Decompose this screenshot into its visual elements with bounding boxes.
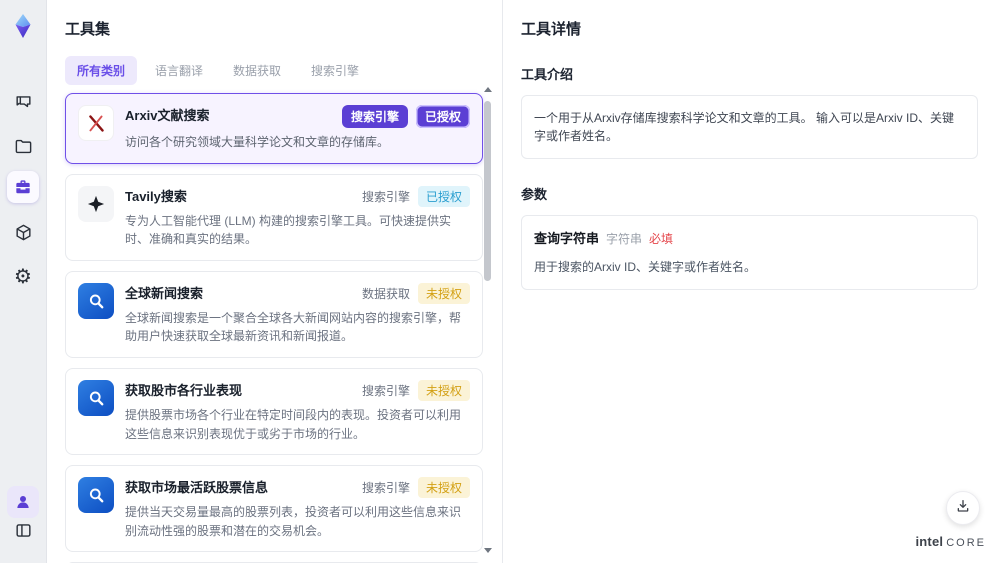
tool-category-badge: 搜索引擎 bbox=[361, 189, 410, 204]
panel-icon bbox=[14, 521, 33, 540]
nav-models-button[interactable] bbox=[7, 216, 39, 248]
brand-intel: intel bbox=[915, 534, 944, 549]
tool-category-badge: 搜索引擎 bbox=[361, 481, 410, 496]
tool-details-panel: 工具详情 工具介绍 一个用于从Arxiv存储库搜索科学论文和文章的工具。 输入可… bbox=[504, 0, 1000, 563]
user-icon bbox=[14, 493, 32, 511]
chat-icon bbox=[14, 93, 33, 112]
tool-list: Arxiv文献搜索 搜索引擎 已授权 访问各个研究领域大量科学论文和文章的存储库… bbox=[65, 93, 483, 563]
tool-status-badge: 未授权 bbox=[417, 282, 470, 304]
tool-description: 提供当天交易量最高的股票列表，投资者可以利用这些信息来识别流动性强的股票和潜在的… bbox=[125, 505, 462, 538]
tool-intro-box: 一个用于从Arxiv存储库搜索科学论文和文章的工具。 输入可以是Arxiv ID… bbox=[521, 95, 978, 159]
scrollbar-up-arrow[interactable] bbox=[484, 87, 492, 92]
toolset-title: 工具集 bbox=[65, 21, 111, 38]
tool-description: 提供股票市场各个行业在特定时间段内的表现。投资者可以利用这些信息来识别表现优于或… bbox=[125, 407, 462, 441]
tool-status-badge: 已授权 bbox=[417, 185, 470, 207]
category-tabs: 所有类别 语言翻译 数据获取 搜索引擎 bbox=[65, 56, 484, 85]
app-logo-icon bbox=[9, 12, 37, 40]
tool-name: Tavily搜索 bbox=[125, 188, 187, 204]
tool-description: 访问各个研究领域大量科学论文和文章的存储库。 bbox=[125, 135, 390, 149]
tool-status-badge: 已授权 bbox=[415, 105, 470, 128]
category-tab[interactable]: 搜索引擎 bbox=[299, 56, 371, 85]
category-tab[interactable]: 数据获取 bbox=[221, 56, 293, 85]
download-icon bbox=[955, 498, 971, 519]
tool-name: 全球新闻搜索 bbox=[125, 285, 204, 301]
tool-description: 全球新闻搜索是一个聚合全球各大新闻网站内容的搜索引擎，帮助用户快速获取全球最新资… bbox=[125, 310, 462, 344]
tool-card[interactable]: 获取股市各行业表现 搜索引擎 未授权 提供股票市场各个行业在特定时间段内的表现。… bbox=[65, 367, 483, 456]
param-name: 查询字符串 bbox=[534, 231, 600, 246]
scrollbar-down-arrow[interactable] bbox=[484, 548, 492, 553]
nav-settings-button[interactable]: ⚙ bbox=[7, 261, 39, 293]
tool-card[interactable]: Arxiv文献搜索 搜索引擎 已授权 访问各个研究领域大量科学论文和文章的存储库… bbox=[65, 93, 483, 164]
tool-category-badge: 搜索引擎 bbox=[361, 383, 410, 398]
app-window: ⚙ 工具集 所有类别 语言翻译 数据获取 搜索引擎 Arxiv文献搜索 搜索引擎… bbox=[0, 0, 1000, 563]
news-app-logo bbox=[78, 477, 114, 514]
param-type: 字符串 bbox=[606, 232, 643, 246]
folder-icon bbox=[14, 137, 33, 156]
tool-name: Arxiv文献搜索 bbox=[125, 108, 210, 123]
param-required-badge: 必填 bbox=[649, 232, 674, 246]
tool-card[interactable]: Tavily搜索 搜索引擎 已授权 专为人工智能代理 (LLM) 构建的搜索引擎… bbox=[65, 173, 483, 261]
news-app-logo bbox=[78, 282, 114, 319]
details-title: 工具详情 bbox=[521, 21, 582, 38]
param-description: 用于搜索的Arxiv ID、关键字或作者姓名。 bbox=[534, 259, 757, 274]
tool-name: 获取股市各行业表现 bbox=[125, 382, 243, 398]
arxiv-logo bbox=[78, 105, 114, 141]
intel-core-logo: intel CORE bbox=[915, 534, 986, 549]
download-button[interactable] bbox=[946, 491, 980, 525]
intro-heading: 工具介绍 bbox=[521, 67, 574, 82]
category-tab[interactable]: 语言翻译 bbox=[143, 56, 215, 85]
news-app-logo bbox=[78, 379, 114, 416]
tool-name: 获取市场最活跃股票信息 bbox=[125, 480, 269, 496]
tool-card[interactable]: 获取市场最活跃股票信息 搜索引擎 未授权 提供当天交易量最高的股票列表，投资者可… bbox=[65, 465, 483, 553]
cube-icon bbox=[14, 223, 33, 242]
nav-chat-button[interactable] bbox=[7, 86, 39, 118]
scrollbar-thumb[interactable] bbox=[484, 101, 491, 281]
category-tab[interactable]: 所有类别 bbox=[65, 56, 138, 85]
param-box: 查询字符串 字符串 必填 用于搜索的Arxiv ID、关键字或作者姓名。 bbox=[521, 215, 978, 290]
left-rail: ⚙ bbox=[0, 0, 47, 563]
brand-core: CORE bbox=[946, 537, 986, 549]
collapse-panel-button[interactable] bbox=[7, 514, 39, 546]
params-heading: 参数 bbox=[521, 187, 548, 202]
nav-tools-button[interactable] bbox=[7, 171, 39, 203]
tool-category-badge: 数据获取 bbox=[361, 286, 410, 301]
gear-icon: ⚙ bbox=[14, 266, 32, 288]
nav-files-button[interactable] bbox=[7, 130, 39, 162]
list-scrollbar bbox=[483, 87, 492, 553]
toolbox-icon bbox=[13, 177, 33, 197]
toolset-panel: 工具集 所有类别 语言翻译 数据获取 搜索引擎 Arxiv文献搜索 搜索引擎 已授权 … bbox=[47, 0, 503, 563]
tool-category-badge: 搜索引擎 bbox=[341, 105, 408, 128]
tool-description: 专为人工智能代理 (LLM) 构建的搜索引擎工具。可快速提供实时、准确和真实的结… bbox=[125, 213, 452, 247]
sparkle-logo bbox=[78, 185, 114, 222]
tool-status-badge: 未授权 bbox=[417, 477, 470, 499]
tool-card[interactable]: 全球新闻搜索 数据获取 未授权 全球新闻搜索是一个聚合全球各大新闻网站内容的搜索… bbox=[65, 270, 483, 358]
tool-status-badge: 未授权 bbox=[417, 379, 470, 401]
